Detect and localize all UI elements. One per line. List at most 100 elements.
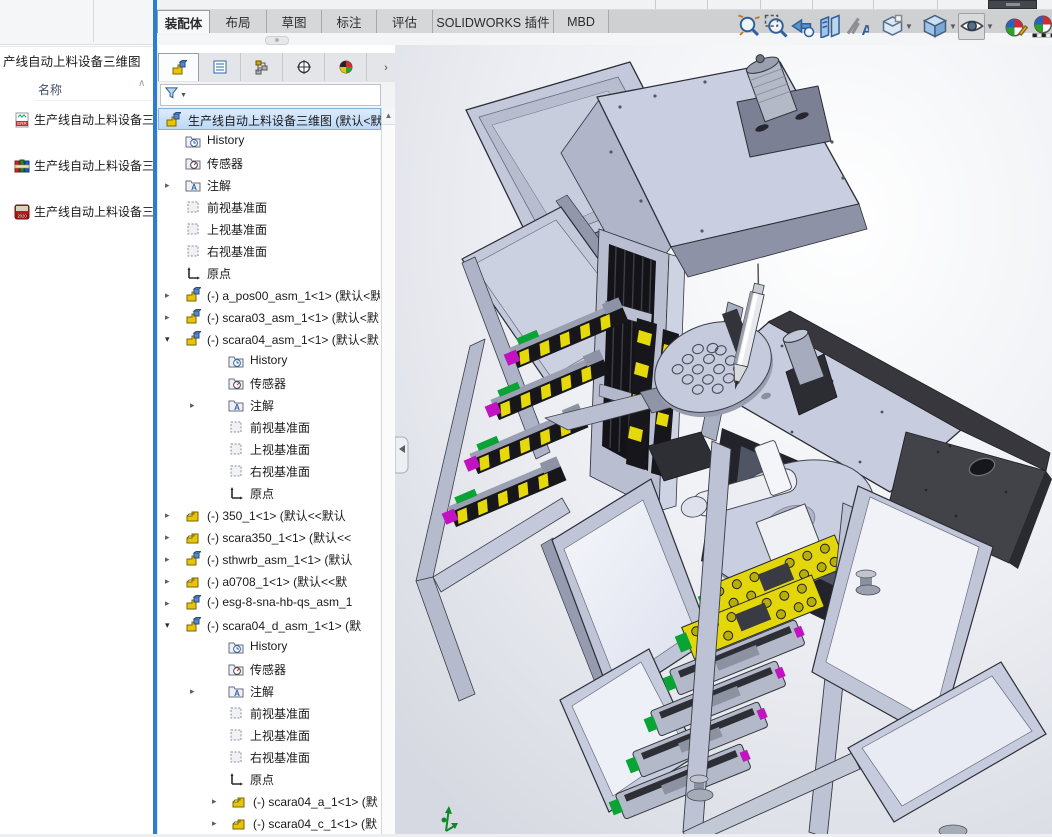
graphics-viewport[interactable] [395, 45, 1052, 834]
ribbon-tab-MBD[interactable]: MBD [554, 10, 609, 33]
tree-row[interactable]: 传感器 [158, 152, 380, 174]
ribbon-tab-评估[interactable]: 评估 [377, 10, 433, 33]
ribbon-tab-SOLIDWORKS 插件[interactable]: SOLIDWORKS 插件 [433, 10, 554, 33]
tree-item-label: 前视基准面 [207, 199, 380, 216]
explorer-file-row[interactable]: 2020 生产线自动上料设备三 [0, 200, 153, 223]
explorer-file-list: ERR 生产线自动上料设备三 生产线自动上料设备三2020 生产线自动上料设备三 [0, 108, 153, 177]
panel-tab-configurationmanager[interactable] [241, 53, 283, 81]
tree-row[interactable]: History [158, 130, 380, 152]
expand-arrow-icon[interactable]: ▸ [212, 796, 222, 806]
section-view-icon[interactable] [816, 13, 843, 40]
model-3d-view[interactable] [395, 45, 1052, 834]
tree-row[interactable]: 右视基准面 [158, 460, 380, 482]
panel-tab-displaymanager[interactable] [325, 53, 367, 81]
tree-row[interactable]: ▸(-) scara04_a_1<1> (默 [158, 790, 380, 812]
tree-row[interactable]: 前视基准面 [158, 196, 380, 218]
scroll-up-arrow-icon[interactable]: ▲ [382, 108, 395, 125]
tree-row[interactable]: ▸A注解 [158, 680, 380, 702]
collapse-arrow-icon[interactable]: ▾ [165, 620, 175, 630]
tree-row[interactable]: 右视基准面 [158, 240, 380, 262]
tree-scrollbar[interactable]: ▲ [381, 108, 396, 834]
tree-filter-input[interactable]: ▼ [160, 84, 381, 106]
tree-row[interactable]: History [158, 350, 380, 372]
tree-row[interactable]: 生产线自动上料设备三维图 (默认<默 [158, 108, 381, 130]
tree-row[interactable]: 传感器 [158, 658, 380, 680]
hide-show-items-dropdown-caret[interactable]: ▼ [985, 13, 995, 40]
explorer-file-name: 生产线自动上料设备三 [34, 111, 153, 128]
explorer-name-column-header[interactable]: 名称 [38, 81, 62, 98]
annotation-visibility-icon[interactable]: A [843, 13, 870, 40]
tree-row[interactable]: ▾(-) scara04_d_asm_1<1> (默 [158, 614, 380, 636]
expand-arrow-icon[interactable]: ▸ [190, 686, 200, 696]
ribbon-tab-标注[interactable]: 标注 [322, 10, 377, 33]
expand-arrow-icon[interactable]: ▸ [212, 818, 222, 828]
expand-arrow-icon[interactable]: ▸ [165, 510, 175, 520]
panel-tab-propertymanager[interactable] [199, 53, 241, 81]
tree-row[interactable]: 原点 [158, 482, 380, 504]
tree-row[interactable]: ▾(-) scara04_asm_1<1> (默认<默 [158, 328, 380, 350]
expand-arrow-icon[interactable]: ▸ [165, 312, 175, 322]
tree-row[interactable]: ▸(-) sthwrb_asm_1<1> (默认 [158, 548, 380, 570]
ribbon-tab-布局[interactable]: 布局 [210, 10, 267, 33]
tree-row[interactable]: ▸ (-) scara04_c_1<1> (默 [158, 812, 380, 834]
tree-row[interactable]: ▸A注解 [158, 394, 380, 416]
expand-arrow-icon[interactable]: ▸ [190, 400, 200, 410]
explorer-toolbar [0, 0, 153, 45]
tree-row[interactable]: ▸A注解 [158, 174, 380, 196]
expand-arrow-icon[interactable]: ▸ [165, 576, 175, 586]
view-orientation-icon[interactable] [877, 13, 904, 40]
err-file-icon: ERR [14, 112, 30, 128]
display-style-dropdown-caret[interactable]: ▼ [948, 13, 958, 40]
tree-row[interactable]: 右视基准面 [158, 746, 380, 768]
tree-row[interactable]: ▸(-) scara03_asm_1<1> (默认<默 [158, 306, 380, 328]
tree-row[interactable]: 上视基准面 [158, 438, 380, 460]
tree-row[interactable]: ▸(-) a0708_1<1> (默认<<默 [158, 570, 380, 592]
tree-item-label: 注解 [250, 683, 380, 700]
expand-arrow-icon[interactable]: ▸ [165, 290, 175, 300]
expand-arrow-icon[interactable]: ▸ [165, 598, 175, 608]
hide-show-items-icon[interactable] [958, 13, 985, 40]
apply-scene-icon[interactable] [1029, 13, 1052, 40]
tree-item-label: 右视基准面 [207, 243, 380, 260]
explorer-file-name: 生产线自动上料设备三 [34, 157, 153, 174]
tree-row[interactable]: 传感器 [158, 372, 380, 394]
tree-row[interactable]: 原点 [158, 768, 380, 790]
tree-row[interactable]: ▸(-) a_pos00_asm_1<1> (默认<默 [158, 284, 380, 306]
more-panel-tabs-button[interactable]: › [377, 53, 395, 82]
explorer-file-row[interactable]: 生产线自动上料设备三 [0, 154, 153, 177]
ribbon-tab-装配体[interactable]: 装配体 [157, 10, 210, 33]
toolbar-overflow-button[interactable] [988, 0, 1037, 9]
panel-tab-featuremanager[interactable] [158, 53, 199, 81]
view-orientation-dropdown-caret[interactable]: ▼ [904, 13, 914, 40]
explorer-file-row[interactable]: ERR 生产线自动上料设备三 [0, 108, 153, 131]
panel-tab-dimxpertmanager[interactable] [283, 53, 325, 81]
zoom-fit-icon[interactable] [735, 13, 762, 40]
edit-appearance-icon[interactable] [1002, 13, 1029, 40]
tree-row[interactable]: 上视基准面 [158, 218, 380, 240]
svg-text:A: A [234, 403, 240, 412]
display-style-icon[interactable] [921, 13, 948, 40]
tree-row[interactable]: 前视基准面 [158, 702, 380, 724]
tree-row[interactable]: 上视基准面 [158, 724, 380, 746]
expand-arrow-icon[interactable]: ▸ [165, 532, 175, 542]
ribbon-tab-草图[interactable]: 草图 [267, 10, 322, 33]
tree-item-label: (-) scara04_c_1<1> (默 [253, 815, 380, 832]
assembly-root-icon [165, 112, 181, 128]
tree-row[interactable]: 原点 [158, 262, 380, 284]
toolbar-separator [873, 0, 874, 9]
commandmanager-expand-pill[interactable] [265, 36, 289, 45]
tree-item-label: History [207, 133, 380, 147]
expand-arrow-icon[interactable]: ▸ [165, 180, 175, 190]
tree-row[interactable]: ▸(-) esg-8-sna-hb-qs_asm_1 [158, 592, 380, 614]
sort-ascending-icon[interactable]: ∧ [138, 78, 145, 89]
zoom-area-icon[interactable] [762, 13, 789, 40]
tree-row[interactable]: 前视基准面 [158, 416, 380, 438]
panel-collapse-tab[interactable] [395, 437, 408, 473]
tree-row[interactable]: History [158, 636, 380, 658]
collapse-arrow-icon[interactable]: ▾ [165, 334, 175, 344]
filter-dropdown-caret[interactable]: ▼ [180, 92, 187, 99]
previous-view-icon[interactable] [789, 13, 816, 40]
tree-row[interactable]: ▸(-) scara350_1<1> (默认<< [158, 526, 380, 548]
expand-arrow-icon[interactable]: ▸ [165, 554, 175, 564]
tree-row[interactable]: ▸(-) 350_1<1> (默认<<默认 [158, 504, 380, 526]
